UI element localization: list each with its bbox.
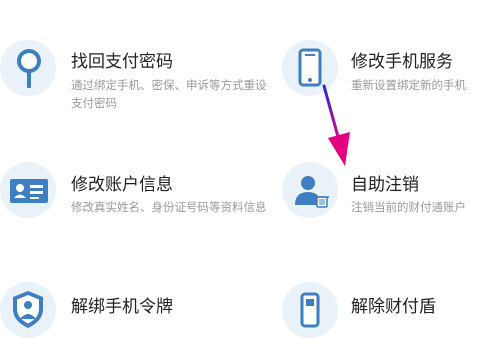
id-card-icon: [0, 162, 56, 218]
item-title: 解绑手机令牌: [71, 297, 173, 317]
item-desc-line: 通过绑定手机、密保、申诉等方式重设: [71, 78, 267, 92]
usb-key-icon: [282, 282, 338, 338]
magnifier-icon: [0, 40, 56, 96]
item-title: 修改手机服务: [351, 52, 453, 72]
item-desc-line: 重新设置绑定新的手机: [351, 78, 466, 92]
option-retrieve-pay-password[interactable]: 找回支付密码 通过绑定手机、密保、申诉等方式重设 支付密码: [0, 0, 270, 120]
item-title: 修改账户信息: [71, 175, 173, 195]
item-title: 自助注销: [351, 175, 419, 195]
option-remove-pay-shield[interactable]: 解除财付盾: [280, 270, 500, 338]
item-desc-line: 注销当前的财付通账户: [351, 200, 466, 214]
option-unbind-phone-token[interactable]: 解绑手机令牌: [0, 270, 270, 338]
shield-user-icon: [0, 282, 56, 338]
item-title: 解除财付盾: [351, 297, 436, 317]
item-desc-line: 支付密码: [71, 96, 117, 110]
user-delete-icon: [282, 162, 338, 218]
option-modify-account-info[interactable]: 修改账户信息 修改真实姓名、身份证号码等资料信息: [0, 140, 270, 240]
item-desc-line: 修改真实姓名、身份证号码等资料信息: [71, 200, 267, 214]
item-title: 找回支付密码: [71, 52, 173, 72]
annotation-arrow: [322, 84, 350, 166]
